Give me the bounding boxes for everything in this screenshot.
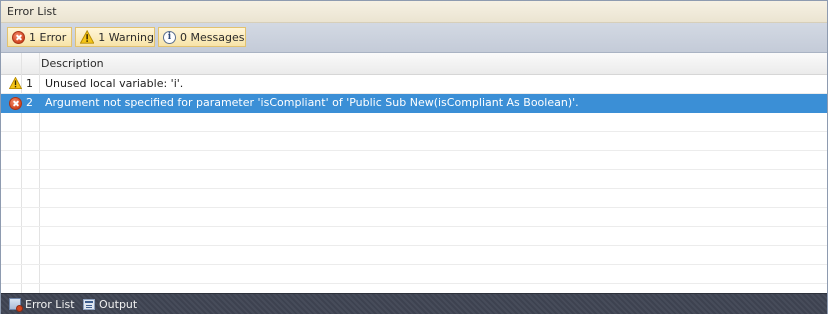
error-list-icon	[9, 298, 23, 312]
tab-output[interactable]: Output	[83, 296, 137, 312]
table-row[interactable]: 1 Unused local variable: 'i'.	[1, 75, 827, 94]
tab-output-label: Output	[99, 297, 138, 311]
panel-title: Error List	[7, 5, 57, 18]
empty-row	[1, 113, 827, 132]
row-description: Unused local variable: 'i'.	[45, 77, 184, 90]
empty-row	[1, 208, 827, 227]
panel-title-bar[interactable]: Error List	[1, 1, 827, 23]
empty-row	[1, 170, 827, 189]
empty-row	[1, 151, 827, 170]
grid-header: Description	[1, 53, 827, 75]
warning-icon	[9, 77, 22, 89]
messages-filter-button[interactable]: i 0 Messages	[158, 27, 246, 47]
warnings-filter-label: 1 Warning	[98, 30, 154, 44]
error-icon	[12, 30, 25, 44]
empty-row	[1, 246, 827, 265]
empty-row	[1, 227, 827, 246]
messages-filter-label: 0 Messages	[180, 30, 245, 44]
errors-filter-button[interactable]: 1 Error	[7, 27, 72, 47]
table-row-selected[interactable]: 2 Argument not specified for parameter '…	[1, 94, 827, 113]
row-number: 2	[26, 96, 33, 109]
empty-row	[1, 189, 827, 208]
warning-icon	[80, 30, 95, 44]
row-description: Argument not specified for parameter 'is…	[45, 96, 579, 109]
empty-row	[1, 265, 827, 284]
error-list-window: Error List 1 Error 1 Warning i 0 Message…	[0, 0, 828, 314]
description-column-header[interactable]: Description	[41, 57, 104, 70]
bottom-tab-bar: Error List Output	[1, 293, 827, 314]
error-list-grid: Description 1 Unused local variable: 'i'…	[1, 53, 827, 293]
filter-toolbar: 1 Error 1 Warning i 0 Messages	[1, 23, 827, 53]
tab-error-list-label: Error List	[25, 297, 75, 311]
errors-filter-label: 1 Error	[29, 30, 67, 44]
output-icon	[83, 298, 95, 310]
empty-row	[1, 132, 827, 151]
error-icon	[9, 97, 22, 110]
info-icon: i	[163, 30, 176, 44]
warnings-filter-button[interactable]: 1 Warning	[75, 27, 155, 47]
row-number: 1	[26, 77, 33, 90]
tab-error-list[interactable]: Error List	[9, 296, 75, 312]
